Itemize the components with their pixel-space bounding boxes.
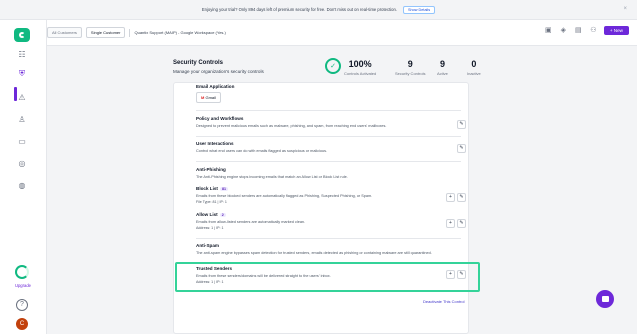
warning-icon[interactable]: ⚠ — [17, 93, 27, 103]
divider — [196, 110, 461, 111]
new-button[interactable]: + New — [603, 26, 629, 35]
stat-active: 9 Active — [437, 59, 448, 77]
upgrade-label[interactable]: Upgrade — [0, 283, 46, 288]
edit-user-interactions-button[interactable]: ✎ — [457, 144, 466, 153]
section-description: Emails from these blocked senders are au… — [196, 194, 373, 198]
dashboard-icon[interactable]: ☷ — [17, 50, 27, 60]
all-customers-button[interactable]: All Customers — [47, 27, 82, 38]
section-email-application: Email Application — [196, 84, 466, 89]
add-allow-list-button[interactable]: + — [446, 219, 455, 228]
divider — [196, 161, 461, 162]
top-header: All Customers Single Customer Quantix Su… — [47, 20, 637, 46]
section-description: Emails from allow-listed senders are aut… — [196, 220, 306, 224]
show-details-button[interactable]: Show Details — [402, 5, 436, 14]
section-policy-workflows: Policy and Workflows Designed to prevent… — [196, 116, 466, 128]
user-icon[interactable]: ♙ — [17, 115, 27, 125]
page-title: Security Controls — [173, 60, 224, 66]
section-allow-list: Allow List 2 Emails from allow-listed sen… — [196, 212, 466, 230]
section-title: Block List — [196, 186, 218, 191]
stat-value: 100% — [348, 59, 372, 69]
stat-value: 9 — [407, 59, 413, 69]
divider — [196, 238, 461, 239]
edit-block-list-button[interactable]: ✎ — [457, 193, 466, 202]
section-user-interactions: User Interactions Control what end users… — [196, 141, 466, 153]
section-anti-spam: Anti-Spam The anti-spam engine bypasses … — [196, 243, 466, 255]
section-block-list: Block List 81 Emails from these blocked s… — [196, 186, 466, 204]
section-title: Anti-Spam — [196, 243, 219, 248]
section-description: Control what end users can do with email… — [196, 149, 328, 153]
upgrade-progress-icon[interactable] — [15, 265, 29, 279]
count-badge: 81 — [219, 187, 228, 191]
section-title: Email Application — [196, 84, 235, 89]
edit-policy-button[interactable]: ✎ — [457, 120, 466, 129]
stat-controls-activated: 100% Controls Activated — [344, 59, 377, 77]
section-title: Anti-Phishing — [196, 167, 226, 172]
device-icon[interactable]: ◍ — [17, 181, 27, 191]
header-divider — [129, 28, 131, 37]
gmail-label: Gmail — [205, 95, 216, 100]
stat-label: Active — [437, 71, 448, 76]
header-actions: ▣ ◈ ▤ ⚇ + New — [544, 26, 629, 35]
section-title: Policy and Workflows — [196, 116, 244, 121]
avatar[interactable]: C — [16, 318, 28, 330]
divider — [196, 136, 461, 137]
sidebar: ☷ ⛨ ⚠ ♙ ▭ ◎ ◍ Upgrade ? C — [0, 20, 47, 334]
stat-label: Security Controls — [395, 71, 426, 76]
edit-allow-list-button[interactable]: ✎ — [457, 219, 466, 228]
gmail-icon: M — [201, 95, 205, 100]
chat-icon[interactable] — [596, 290, 614, 308]
stat-value: 0 — [471, 59, 477, 69]
trusted-senders-highlight — [175, 262, 480, 292]
stat-label: Inactive — [467, 71, 481, 76]
shield-icon[interactable]: ⛨ — [17, 69, 27, 79]
stat-inactive: 0 Inactive — [467, 59, 481, 77]
stat-value: 9 — [439, 59, 445, 69]
trial-banner: Enjoying your trial? Only 894 days left … — [0, 0, 637, 20]
add-block-list-button[interactable]: + — [446, 193, 455, 202]
section-description: Designed to prevent malicious emails suc… — [196, 124, 387, 128]
check-circle-icon: ✓ — [325, 58, 341, 74]
trial-banner-text: Enjoying your trial? Only 894 days left … — [201, 7, 397, 12]
deactivate-control-link[interactable]: Deactivate This Control — [423, 299, 465, 304]
team-icon[interactable]: ⚇ — [589, 26, 598, 35]
monitor-icon[interactable]: ▭ — [17, 137, 27, 147]
broadcast-icon[interactable]: ◈ — [559, 26, 568, 35]
app-logo[interactable] — [14, 28, 30, 42]
section-title: User Interactions — [196, 141, 234, 146]
section-subtext: Address: 1 | IP: 1 — [196, 226, 224, 230]
globe-icon[interactable]: ◎ — [17, 159, 27, 169]
section-description: The Anti-Phishing engine stops incoming … — [196, 175, 348, 179]
page-subtitle: Manage your organization's security cont… — [173, 69, 264, 74]
section-subtext: File Type: 81 | IP: 1 — [196, 200, 227, 204]
calendar-icon[interactable]: ▣ — [544, 26, 553, 35]
section-description: The anti-spam engine bypasses spam detec… — [196, 251, 432, 255]
help-icon[interactable]: ? — [16, 299, 28, 311]
section-anti-phishing: Anti-Phishing The Anti-Phishing engine s… — [196, 167, 466, 179]
gmail-chip[interactable]: M Gmail — [196, 92, 221, 103]
breadcrumb: Quantix Support (MAIP) - Google Workspac… — [134, 30, 226, 35]
document-icon[interactable]: ▤ — [574, 26, 583, 35]
stat-security-controls: 9 Security Controls — [395, 59, 426, 77]
section-title: Allow List — [196, 212, 218, 217]
stat-label: Controls Activated — [344, 71, 377, 76]
close-icon[interactable]: × — [623, 6, 627, 12]
count-badge: 2 — [219, 213, 226, 217]
single-customer-select[interactable]: Single Customer — [85, 27, 126, 38]
